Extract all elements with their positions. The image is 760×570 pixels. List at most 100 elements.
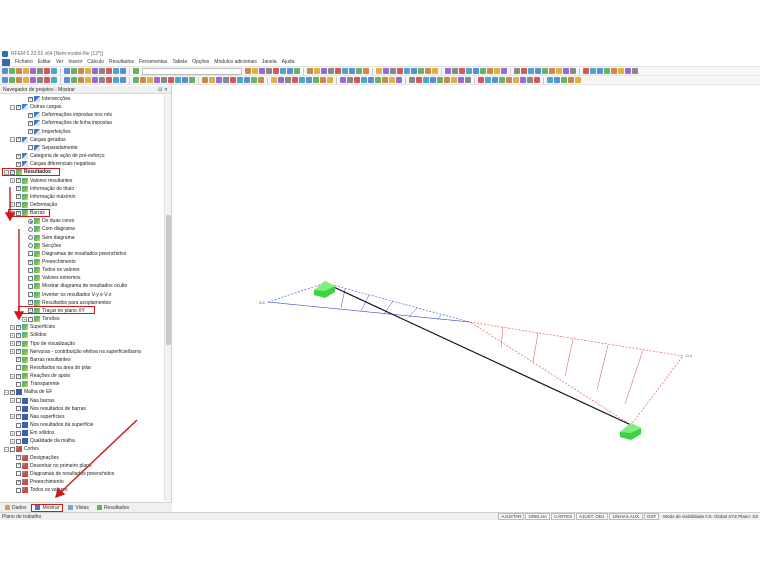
radio-button[interactable] (28, 235, 33, 241)
tree-item-cortes[interactable]: − Cortes (4, 445, 39, 453)
checkbox[interactable] (16, 381, 21, 387)
checkbox[interactable] (28, 283, 33, 289)
toolbar1-tool-icon[interactable] (120, 68, 126, 74)
toolbar1-tool-icon[interactable] (92, 68, 98, 74)
toolbar1-tool-icon[interactable] (425, 68, 431, 74)
toolbar1-tool-icon[interactable] (287, 68, 293, 74)
checkbox[interactable] (16, 398, 21, 404)
toolbar2-tool-icon[interactable] (568, 77, 574, 83)
menu-calculo[interactable]: Cálculo (87, 59, 104, 65)
toolbar2-tool-icon[interactable] (285, 77, 291, 83)
toolbar1-tool-icon[interactable] (314, 68, 320, 74)
toolbar1-tool-icon[interactable] (64, 68, 70, 74)
toolbar1-tool-icon[interactable] (280, 68, 286, 74)
checkbox[interactable]: ✓ (16, 137, 21, 143)
toolbar2-tool-icon[interactable] (561, 77, 567, 83)
expand-toggle-icon[interactable]: + (10, 414, 15, 420)
checkbox[interactable]: ✓ (28, 259, 33, 265)
checkbox[interactable]: ✓ (16, 479, 21, 485)
menu-ver[interactable]: Ver (56, 59, 64, 65)
toolbar2-tool-icon[interactable] (375, 77, 381, 83)
expand-toggle-icon[interactable]: − (10, 137, 15, 143)
toolbar1-tool-icon[interactable] (99, 68, 105, 74)
grid-button[interactable]: GRELHA (525, 513, 550, 520)
tree-item-tipo-visualizacao[interactable]: + ✓ Tipo de visualização (10, 340, 75, 348)
toolbar2-tool-icon[interactable] (499, 77, 505, 83)
toolbar2-tool-icon[interactable] (99, 77, 105, 83)
checkbox[interactable]: ✓ (16, 104, 21, 110)
toolbar2-tool-icon[interactable] (368, 77, 374, 83)
toolbar2-tool-icon[interactable] (430, 77, 436, 83)
toolbar1-tool-icon[interactable] (473, 68, 479, 74)
toolbar2-tool-icon[interactable] (327, 77, 333, 83)
toolbar2-tool-icon[interactable] (409, 77, 415, 83)
tree-item-em-solidos[interactable]: + Em sólidos (10, 429, 54, 437)
guidelines-button[interactable]: LINHAS AUX. (609, 513, 644, 520)
menu-ficheiro[interactable]: Ficheiro (15, 59, 33, 65)
toolbar1-tool-icon[interactable] (501, 68, 507, 74)
tree-item-resultados-area-pilar[interactable]: Resultados na área do pilar (10, 364, 91, 372)
checkbox[interactable]: ✓ (16, 373, 21, 379)
checkbox[interactable] (16, 438, 21, 444)
toolbar2-tool-icon[interactable] (534, 77, 540, 83)
toolbar2-tool-icon[interactable] (520, 77, 526, 83)
toolbar1-tool-icon[interactable] (266, 68, 272, 74)
toolbar1-tool-icon[interactable] (363, 68, 369, 74)
tree-item-sem-diagrama[interactable]: Sem diagrama (22, 234, 75, 242)
tree-item-deformacoes-linha[interactable]: ✓ Deformações de linha impostas (22, 119, 112, 127)
menu-modulos[interactable]: Módulos adicionais (214, 59, 257, 65)
menu-resultados[interactable]: Resultados (109, 59, 134, 65)
tree-item-desenhar-primeiro[interactable]: ✓ Desenhar no primeiro plano (10, 462, 92, 470)
toolbar1-tool-icon[interactable] (549, 68, 555, 74)
toolbar1-tool-icon[interactable] (23, 68, 29, 74)
support-right[interactable] (620, 423, 641, 440)
checkbox[interactable]: ✓ (16, 455, 21, 461)
tree-item-diagramas-preenchidos[interactable]: Diagramas de resultados preenchidos (22, 250, 126, 258)
toolbar1-tool-icon[interactable] (307, 68, 313, 74)
toolbar1-tool-icon[interactable] (37, 68, 43, 74)
member-line[interactable] (324, 282, 632, 426)
toolbar1-tool-icon[interactable] (133, 68, 139, 74)
toolbar1-tool-icon[interactable] (432, 68, 438, 74)
toolbar1-tool-icon[interactable] (30, 68, 36, 74)
tree-item-nas-barras[interactable]: + Nas barras (10, 397, 54, 405)
tree-item-informacao-titulo[interactable]: ✓ Informação do título (10, 185, 74, 193)
toolbar2-tool-icon[interactable] (147, 77, 153, 83)
toolbar1-tool-icon[interactable] (452, 68, 458, 74)
tree-item-separadamente[interactable]: Separadamente (22, 144, 78, 152)
toolbar2-tool-icon[interactable] (30, 77, 36, 83)
toolbar1-tool-icon[interactable] (328, 68, 334, 74)
toolbar2-tool-icon[interactable] (485, 77, 491, 83)
tree-item-de-duas-cores[interactable]: De duas cores (22, 217, 74, 225)
checkbox[interactable] (28, 275, 33, 281)
toolbar2-tool-icon[interactable] (444, 77, 450, 83)
tree-item-diagramas-resultados-preenchidos[interactable]: Diagramas de resultados preenchidos (10, 470, 114, 478)
toolbar1-tool-icon[interactable] (390, 68, 396, 74)
toolbar2-tool-icon[interactable] (92, 77, 98, 83)
toolbar2-tool-icon[interactable] (23, 77, 29, 83)
tree-item-designacoes[interactable]: ✓ Designações (10, 454, 59, 462)
toolbar1-tool-icon[interactable] (78, 68, 84, 74)
toolbar2-tool-icon[interactable] (575, 77, 581, 83)
toolbar2-tool-icon[interactable] (244, 77, 250, 83)
toolbar1-tool-icon[interactable] (466, 68, 472, 74)
checkbox[interactable]: ✓ (16, 153, 21, 159)
checkbox[interactable]: ✓ (16, 357, 21, 363)
checkbox[interactable]: ✓ (16, 202, 21, 208)
toolbar2-tool-icon[interactable] (492, 77, 498, 83)
toolbar2-tool-icon[interactable] (85, 77, 91, 83)
toolbar1-tool-icon[interactable] (487, 68, 493, 74)
toolbar2-tool-icon[interactable] (271, 77, 277, 83)
expand-toggle-icon[interactable]: + (10, 178, 15, 183)
toolbar2-tool-icon[interactable] (120, 77, 126, 83)
toolbar2-tool-icon[interactable] (161, 77, 167, 83)
toolbar1-tool-icon[interactable] (480, 68, 486, 74)
expand-toggle-icon[interactable]: + (10, 438, 15, 444)
menu-janela[interactable]: Janela (262, 59, 277, 65)
toolbar1-tool-icon[interactable] (376, 68, 382, 74)
toolbar1-tool-icon[interactable] (494, 68, 500, 74)
checkbox[interactable] (16, 406, 21, 412)
expand-toggle-icon[interactable]: + (10, 324, 15, 330)
app-menu-icon[interactable] (2, 58, 10, 66)
checkbox[interactable]: ✓ (28, 120, 33, 126)
